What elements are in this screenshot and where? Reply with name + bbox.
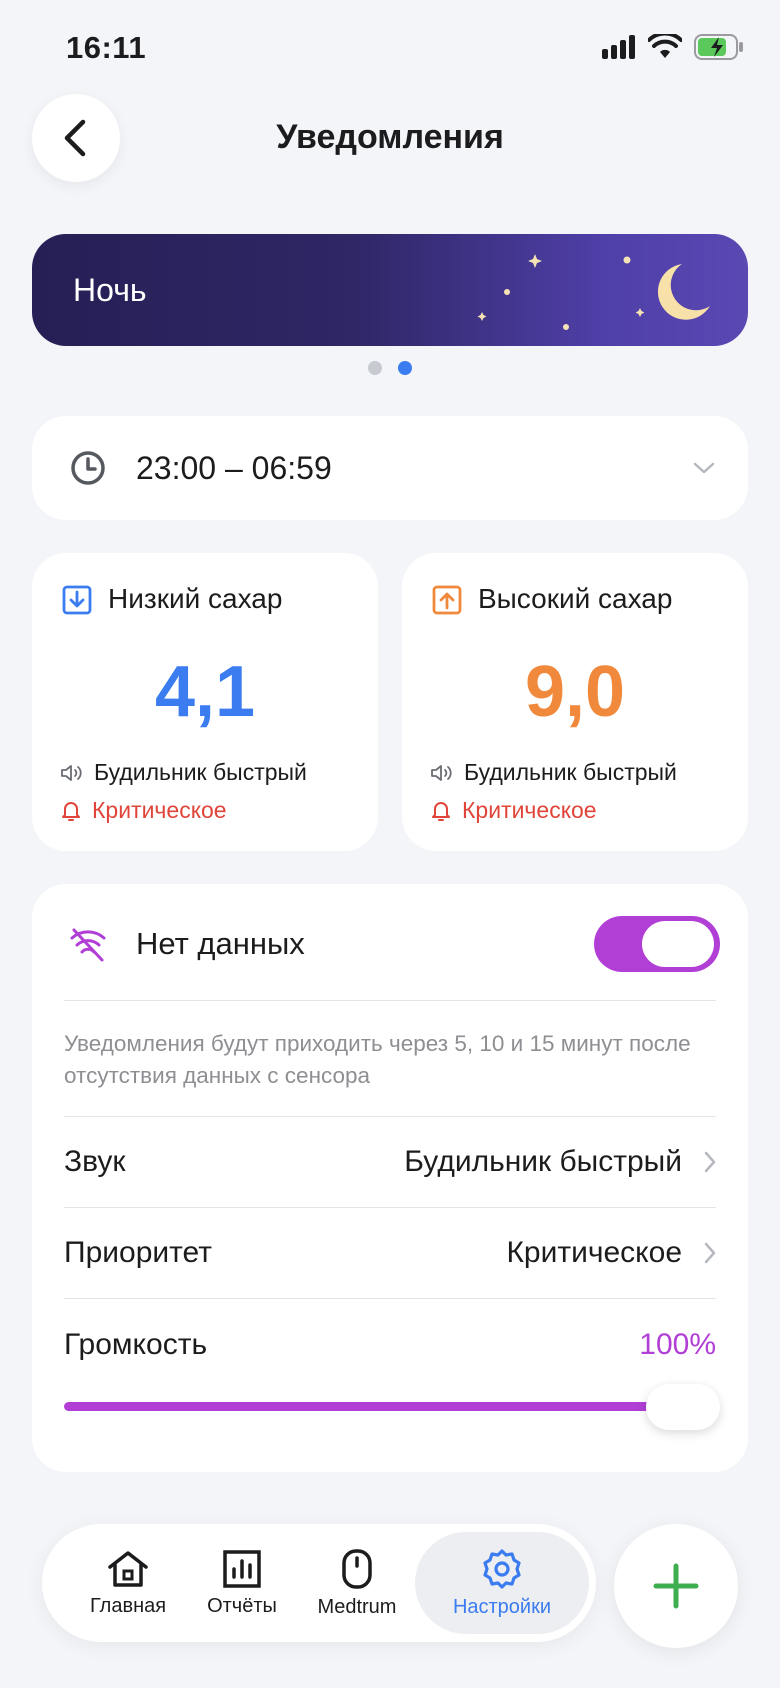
tab-home-label: Главная xyxy=(89,1594,167,1617)
priority-value: Критическое xyxy=(506,1236,682,1269)
banner-label: Ночь xyxy=(73,272,147,308)
chart-icon xyxy=(223,1549,261,1588)
low-sugar-priority-label: Критическое xyxy=(92,797,227,823)
divider xyxy=(64,1298,716,1299)
no-data-card: Нет данных Уведомления будут приходить ч… xyxy=(32,884,748,1472)
low-sugar-priority: Критическое xyxy=(60,797,227,824)
volume-label: Громкость xyxy=(64,1328,208,1361)
high-sugar-title: Высокий сахар xyxy=(478,583,673,614)
pagination-dot-active[interactable] xyxy=(398,361,412,375)
status-time: 16:11 xyxy=(66,30,147,65)
time-range-value: 23:00 – 06:59 xyxy=(136,450,332,486)
tab-bar: Главная Отчёты Medtrum Настройки xyxy=(42,1524,596,1642)
sound-row[interactable]: Звук Будильник быстрый xyxy=(32,1117,748,1207)
speaker-icon xyxy=(431,764,452,781)
priority-row[interactable]: Приоритет Критическое xyxy=(32,1208,748,1298)
plus-icon xyxy=(653,1563,699,1609)
bell-icon xyxy=(62,801,80,821)
tab-settings[interactable]: Настройки xyxy=(415,1524,589,1642)
sound-value: Будильник быстрый xyxy=(404,1145,682,1178)
chevron-down-icon xyxy=(693,462,715,474)
tab-reports-label: Отчёты xyxy=(207,1594,277,1617)
bell-icon xyxy=(432,801,450,821)
clock-icon xyxy=(71,451,105,485)
wifi-icon xyxy=(648,34,682,58)
status-icons xyxy=(602,34,744,60)
page-title: Уведомления xyxy=(276,118,504,156)
time-range-selector[interactable]: 23:00 – 06:59 xyxy=(32,416,748,520)
volume-slider-track[interactable] xyxy=(64,1402,692,1411)
low-sugar-sound: Будильник быстрый xyxy=(60,759,307,786)
night-banner[interactable]: Ночь xyxy=(32,234,748,346)
high-sugar-sound-label: Будильник быстрый xyxy=(464,759,677,785)
low-sugar-card[interactable]: Низкий сахар 4,1 Будильник быстрый Крити… xyxy=(32,553,378,851)
divider xyxy=(64,1000,716,1001)
home-icon xyxy=(108,1550,148,1587)
banner-pagination xyxy=(368,361,412,375)
chevron-right-icon xyxy=(704,1242,716,1264)
volume-value: 100% xyxy=(639,1328,716,1361)
high-sugar-priority-label: Критическое xyxy=(462,797,597,823)
no-signal-icon xyxy=(70,928,106,962)
battery-icon xyxy=(694,34,743,60)
tab-reports[interactable]: Отчёты xyxy=(186,1524,298,1642)
arrow-up-box-icon xyxy=(432,585,462,615)
chevron-right-icon xyxy=(704,1151,716,1173)
gear-icon xyxy=(483,1548,521,1589)
high-sugar-priority: Критическое xyxy=(430,797,597,824)
night-sky-illustration xyxy=(477,254,710,330)
no-data-toggle[interactable] xyxy=(594,916,720,972)
no-data-title: Нет данных xyxy=(136,926,305,961)
high-sugar-sound: Будильник быстрый xyxy=(430,759,677,786)
high-sugar-value: 9,0 xyxy=(524,652,626,732)
pagination-dot[interactable] xyxy=(368,361,382,375)
high-sugar-card[interactable]: Высокий сахар 9,0 Будильник быстрый Крит… xyxy=(402,553,748,851)
speaker-icon xyxy=(61,764,82,781)
low-sugar-title: Низкий сахар xyxy=(108,583,283,614)
low-sugar-sound-label: Будильник быстрый xyxy=(94,759,307,785)
low-sugar-value: 4,1 xyxy=(154,652,256,732)
tab-home[interactable]: Главная xyxy=(72,1524,184,1642)
add-button[interactable] xyxy=(614,1524,738,1648)
tab-settings-label: Настройки xyxy=(452,1595,552,1618)
tab-medtrum-label: Medtrum xyxy=(317,1595,397,1618)
volume-slider-handle[interactable] xyxy=(646,1384,720,1430)
toggle-knob xyxy=(642,921,714,967)
signal-icon xyxy=(602,35,635,59)
arrow-down-box-icon xyxy=(62,585,92,615)
sound-label: Звук xyxy=(64,1145,126,1178)
priority-label: Приоритет xyxy=(64,1236,212,1269)
tab-medtrum[interactable]: Medtrum xyxy=(298,1524,416,1642)
device-icon xyxy=(342,1548,372,1589)
no-data-description: Уведомления будут приходить через 5, 10 … xyxy=(64,1031,691,1088)
